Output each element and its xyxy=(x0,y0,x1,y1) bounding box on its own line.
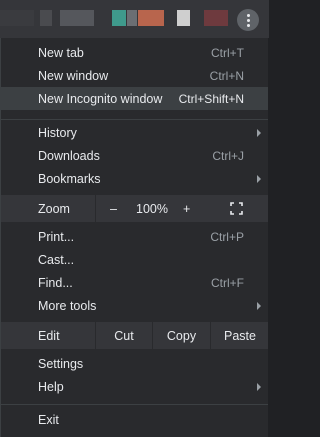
blurred-block xyxy=(60,10,94,26)
more-tools-label: More tools xyxy=(38,298,97,313)
new-window-label: New window xyxy=(38,68,109,83)
zoom-level: 100% xyxy=(136,201,168,216)
find-shortcut: Ctrl+F xyxy=(211,275,244,290)
settings-label: Settings xyxy=(38,356,84,371)
chevron-right-icon xyxy=(257,382,261,391)
history-label: History xyxy=(38,125,77,140)
menu-item-more-tools[interactable]: More tools xyxy=(1,294,268,317)
chevron-right-icon xyxy=(257,174,261,183)
blurred-extension-icons xyxy=(0,10,230,28)
edit-label: Edit xyxy=(38,328,60,343)
new-tab-label: New tab xyxy=(38,45,84,60)
menu-separator xyxy=(1,404,268,405)
chevron-right-icon xyxy=(257,301,261,310)
fullscreen-icon[interactable] xyxy=(230,202,243,215)
exit-label: Exit xyxy=(38,412,59,427)
print-shortcut: Ctrl+P xyxy=(210,229,244,244)
more-vert-icon[interactable] xyxy=(237,9,259,31)
menu-item-help[interactable]: Help xyxy=(1,375,268,398)
menu-item-exit[interactable]: Exit xyxy=(1,408,268,431)
zoom-in-button[interactable]: + xyxy=(183,202,190,216)
new-incognito-shortcut: Ctrl+Shift+N xyxy=(178,91,244,106)
zoom-divider xyxy=(95,195,96,222)
blurred-block xyxy=(204,10,228,26)
menu-item-new-window[interactable]: New window Ctrl+N xyxy=(1,64,268,87)
new-incognito-label: New Incognito window xyxy=(38,91,163,106)
new-window-shortcut: Ctrl+N xyxy=(209,68,244,83)
menu-item-history[interactable]: History xyxy=(1,121,268,144)
menu-item-find[interactable]: Find... Ctrl+F xyxy=(1,271,268,294)
new-tab-shortcut: Ctrl+T xyxy=(211,45,244,60)
downloads-label: Downloads xyxy=(38,148,100,163)
blurred-block xyxy=(0,10,34,26)
blurred-block xyxy=(138,10,164,26)
menu-item-cast[interactable]: Cast... xyxy=(1,248,268,271)
blurred-block xyxy=(127,10,137,26)
cast-label: Cast... xyxy=(38,252,75,267)
menu-item-new-tab[interactable]: New tab Ctrl+T xyxy=(1,41,268,64)
print-label: Print... xyxy=(38,229,75,244)
zoom-row: Zoom – 100% + xyxy=(1,195,268,222)
blurred-block xyxy=(40,10,52,26)
menu-item-bookmarks[interactable]: Bookmarks xyxy=(1,167,268,190)
find-label: Find... xyxy=(38,275,73,290)
chrome-main-menu: New tab Ctrl+T New window Ctrl+N New Inc… xyxy=(0,38,268,437)
zoom-label: Zoom xyxy=(38,201,70,216)
zoom-out-button[interactable]: – xyxy=(110,202,117,216)
menu-item-new-incognito[interactable]: New Incognito window Ctrl+Shift+N xyxy=(1,87,268,110)
copy-button[interactable]: Copy xyxy=(153,329,210,343)
help-label: Help xyxy=(38,379,64,394)
menu-item-settings[interactable]: Settings xyxy=(1,352,268,375)
menu-separator xyxy=(1,119,268,120)
bookmarks-label: Bookmarks xyxy=(38,171,101,186)
downloads-shortcut: Ctrl+J xyxy=(212,148,244,163)
paste-button[interactable]: Paste xyxy=(211,329,269,343)
edit-row: Edit Cut Copy Paste xyxy=(1,322,268,349)
cut-button[interactable]: Cut xyxy=(96,329,152,343)
menu-item-downloads[interactable]: Downloads Ctrl+J xyxy=(1,144,268,167)
blurred-block xyxy=(112,10,126,26)
menu-item-print[interactable]: Print... Ctrl+P xyxy=(1,225,268,248)
chevron-right-icon xyxy=(257,128,261,137)
toolbar xyxy=(0,0,269,38)
blurred-block xyxy=(177,10,190,26)
